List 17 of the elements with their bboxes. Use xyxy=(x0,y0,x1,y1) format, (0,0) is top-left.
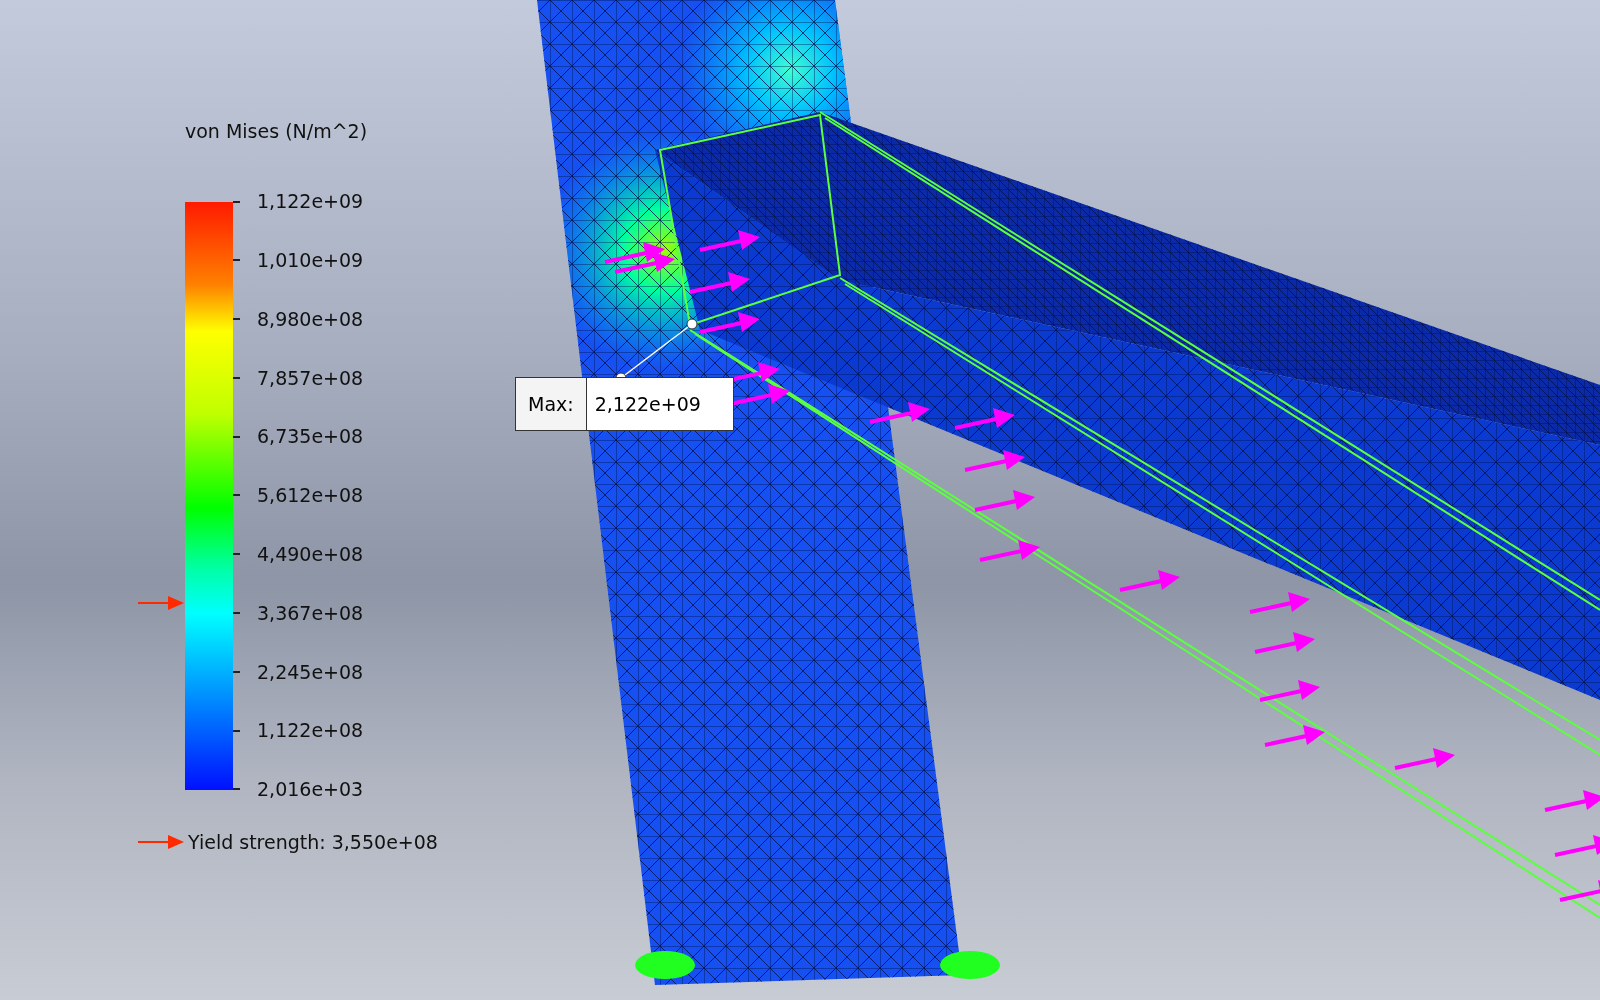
scale-label: 1,122e+09 xyxy=(257,189,364,215)
scale-label: 2,245e+08 xyxy=(257,659,364,685)
scale-label: 3,367e+08 xyxy=(257,600,364,626)
arrow-icon xyxy=(138,833,184,850)
max-label: Max: xyxy=(516,378,587,430)
scale-label: 1,122e+08 xyxy=(257,718,364,744)
legend-title: von Mises (N/m^2) xyxy=(185,119,369,144)
arrow-icon xyxy=(138,594,184,611)
scale-label: 5,612e+08 xyxy=(257,483,364,509)
scale-label: 6,735e+08 xyxy=(257,424,364,450)
max-value: 2,122e+09 xyxy=(593,391,702,417)
yield-strength-label: Yield strength: 3,550e+08 xyxy=(188,829,438,855)
scale-label: 2,016e+03 xyxy=(257,777,364,803)
scale-label: 1,010e+09 xyxy=(257,248,364,274)
scale-label: 7,857e+08 xyxy=(257,365,364,391)
scale-label: 8,980e+08 xyxy=(257,306,364,332)
scale-label: 4,490e+08 xyxy=(257,542,364,568)
